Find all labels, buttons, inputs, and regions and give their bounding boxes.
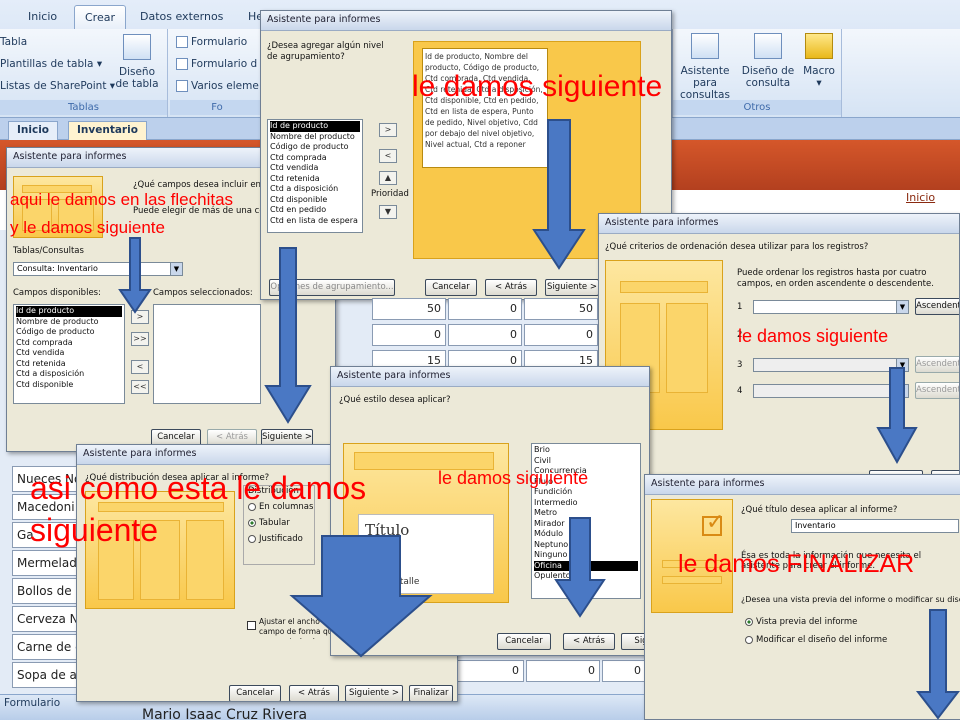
arrow-down-icon <box>915 609 960 720</box>
instruction-arrows <box>118 119 960 720</box>
arrow-down-icon <box>289 535 433 658</box>
arrow-down-icon <box>532 119 586 270</box>
arrow-down-icon <box>264 247 312 424</box>
arrow-down-icon <box>876 367 918 465</box>
arrow-down-icon <box>118 237 152 314</box>
arrow-down-icon <box>554 517 606 618</box>
